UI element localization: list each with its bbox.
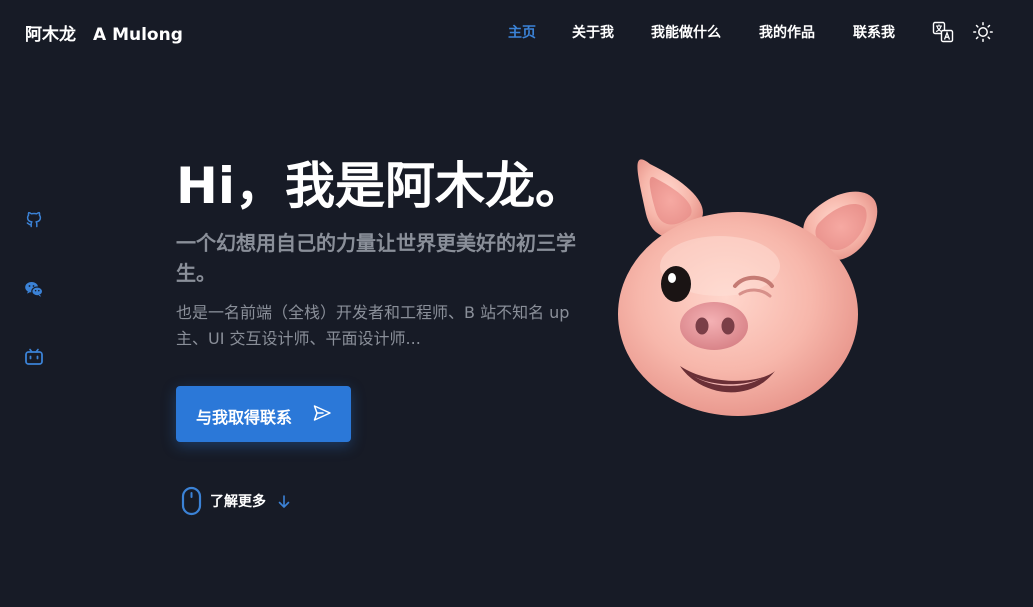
send-icon <box>313 405 331 421</box>
contact-me-button[interactable]: 与我取得联系 <box>176 386 351 442</box>
nav-portfolio[interactable]: 我的作品 <box>759 22 815 42</box>
nav-contact[interactable]: 联系我 <box>853 22 895 42</box>
mouse-icon <box>181 486 202 516</box>
nav-home[interactable]: 主页 <box>508 22 536 42</box>
learn-more-link[interactable]: 了解更多 <box>181 486 296 516</box>
hero-title: Hi，我是阿木龙。 <box>176 157 585 215</box>
arrow-down-icon <box>278 495 290 508</box>
wechat-icon[interactable] <box>24 279 44 299</box>
site-brand[interactable]: 阿木龙 A Mulong <box>25 20 183 45</box>
nav-services[interactable]: 我能做什么 <box>651 22 721 42</box>
translate-icon[interactable] <box>932 21 954 43</box>
hero-subtitle: 一个幻想用自己的力量让世界更美好的初三学生。 <box>176 231 576 285</box>
pig-avatar-illustration <box>618 159 878 416</box>
learn-more-label: 了解更多 <box>210 494 266 510</box>
github-icon[interactable] <box>24 209 44 229</box>
hero-description: 也是一名前端（全栈）开发者和工程师、B 站不知名 up 主、UI 交互设计师、平… <box>176 303 570 348</box>
page: 阿木龙 A Mulong 主页 关于我 我能做什么 我的作品 联系我 Hi，我是… <box>0 0 1033 607</box>
bilibili-icon[interactable] <box>24 347 44 367</box>
nav-about[interactable]: 关于我 <box>572 22 614 42</box>
contact-me-label: 与我取得联系 <box>196 408 293 427</box>
theme-sun-icon[interactable] <box>972 21 994 43</box>
